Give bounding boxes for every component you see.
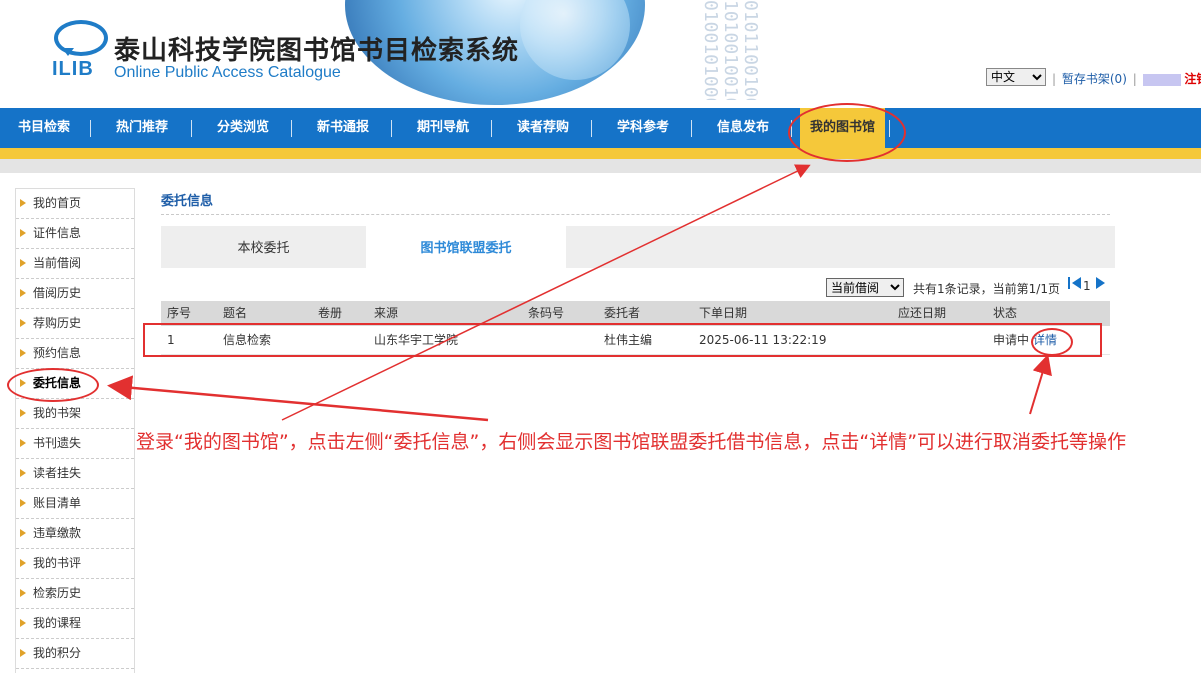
loan-filter-select[interactable]: 当前借阅 [826, 278, 904, 297]
nav-separator [90, 120, 91, 137]
sidebar-item-recommend-history[interactable]: 荐购历史 [16, 309, 134, 339]
sidebar-item-account[interactable]: 账目清单 [16, 489, 134, 519]
pager-info: 共有1条记录，当前第1/1页 [913, 282, 1060, 296]
triangle-bullet-icon [20, 529, 26, 537]
sidebar-item-label: 违章缴款 [33, 526, 82, 540]
masked-username [1142, 73, 1181, 86]
triangle-bullet-icon [20, 349, 26, 357]
pager-page-number[interactable]: 1 [1083, 279, 1091, 293]
sidebar-item-home[interactable]: 我的首页 [16, 189, 134, 219]
sidebar-item-points[interactable]: 我的积分 [16, 639, 134, 669]
triangle-bullet-icon [20, 559, 26, 567]
sidebar-item-label: 账目清单 [33, 496, 82, 510]
triangle-bullet-icon [20, 619, 26, 627]
annotation-ellipse-nav [788, 103, 906, 162]
sidebar-item-label: 我的首页 [33, 196, 82, 210]
triangle-bullet-icon [20, 439, 26, 447]
grey-divider [0, 159, 1201, 173]
sidebar-item-label: 我的积分 [33, 646, 82, 660]
triangle-bullet-icon [20, 649, 26, 657]
nav-item-new-books[interactable]: 新书通报 [293, 108, 393, 148]
triangle-bullet-icon [20, 469, 26, 477]
header: 0101100100101 1010010010101 010010100000… [0, 0, 1201, 108]
section-title: 委托信息 [161, 194, 214, 209]
separator: | [1052, 72, 1057, 86]
sidebar-item-label: 我的课程 [33, 616, 82, 630]
main-nav: 书目检索 热门推荐 分类浏览 新书通报 期刊导航 读者荐购 学科参考 信息发布 … [0, 108, 1201, 148]
sidebar-item-label: 当前借阅 [33, 256, 82, 270]
annotation-text: 登录“我的图书馆”，点击左侧“委托信息”，右侧会显示图书馆联盟委托借书信息，点击… [136, 431, 1127, 453]
sidebar-item-courses[interactable]: 我的课程 [16, 609, 134, 639]
sidebar-item-reservations[interactable]: 预约信息 [16, 339, 134, 369]
arrow-to-sidebar [107, 375, 489, 422]
sidebar-item-label: 证件信息 [33, 226, 82, 240]
tab-alliance-delegation[interactable]: 图书馆联盟委托 [366, 226, 566, 268]
arrow-to-nav [281, 164, 811, 421]
sidebar-item-label: 读者挂失 [33, 466, 82, 480]
sidebar-item-current-loans[interactable]: 当前借阅 [16, 249, 134, 279]
speech-bubble-tail [62, 48, 74, 56]
sidebar-item-report-loss[interactable]: 读者挂失 [16, 459, 134, 489]
triangle-bullet-icon [20, 229, 26, 237]
nav-underline [0, 148, 1201, 159]
nav-item-recommend[interactable]: 读者荐购 [493, 108, 593, 148]
sidebar-item-loan-history[interactable]: 借阅历史 [16, 279, 134, 309]
tab-local-delegation[interactable]: 本校委托 [161, 226, 366, 268]
sidebar-item-label: 预约信息 [33, 346, 82, 360]
nav-item-hot[interactable]: 热门推荐 [92, 108, 192, 148]
sidebar-item-label: 借阅历史 [33, 286, 82, 300]
triangle-bullet-icon [20, 319, 26, 327]
section-divider [161, 214, 1110, 215]
next-page-icon[interactable] [1096, 277, 1105, 289]
sidebar-item-search-history[interactable]: 检索历史 [16, 579, 134, 609]
logout-link[interactable]: 注销 [1184, 72, 1201, 86]
sidebar-item-label: 书刊遗失 [33, 436, 82, 450]
sidebar-item-fines[interactable]: 违章缴款 [16, 519, 134, 549]
nav-separator [291, 120, 292, 137]
sidebar-item-label: 我的书评 [33, 556, 82, 570]
nav-separator [191, 120, 192, 137]
sidebar-item-label: 我的书架 [33, 406, 82, 420]
nav-separator [591, 120, 592, 137]
arrow-to-detail [1029, 354, 1052, 415]
nav-item-journals[interactable]: 期刊导航 [393, 108, 493, 148]
nav-separator [691, 120, 692, 137]
triangle-bullet-icon [20, 259, 26, 267]
ilib-logo: ILIB [52, 20, 108, 80]
nav-item-news[interactable]: 信息发布 [693, 108, 793, 148]
sidebar: 我的首页 证件信息 当前借阅 借阅历史 荐购历史 预约信息 委托信息 我的书架 … [15, 188, 135, 673]
sidebar-item-reviews[interactable]: 我的书评 [16, 549, 134, 579]
annotation-ellipse-sidebar [7, 368, 99, 402]
site-title: 泰山科技学院图书馆书目检索系统 [114, 36, 520, 66]
triangle-bullet-icon [20, 409, 26, 417]
tab-bar: 本校委托 图书馆联盟委托 [161, 226, 1115, 268]
annotation-ellipse-detail [1031, 328, 1073, 356]
annotation-box-row [143, 323, 1102, 357]
site-subtitle: Online Public Access Catalogue [114, 64, 341, 81]
sidebar-item-label: 荐购历史 [33, 316, 82, 330]
nav-item-subject[interactable]: 学科参考 [593, 108, 693, 148]
sidebar-item-bookshelf[interactable]: 我的书架 [16, 399, 134, 429]
sidebar-item-lost-books[interactable]: 书刊遗失 [16, 429, 134, 459]
binary-decoration: 0101100100101 1010010010101 010010100000… [700, 0, 760, 100]
language-select[interactable]: 中文 [986, 68, 1046, 86]
triangle-bullet-icon [20, 589, 26, 597]
sidebar-item-card[interactable]: 证件信息 [16, 219, 134, 249]
nav-item-search[interactable]: 书目检索 [0, 108, 88, 148]
first-page-bar[interactable] [1068, 277, 1070, 289]
nav-separator [391, 120, 392, 137]
nav-separator [491, 120, 492, 137]
cart-link[interactable]: 暂存书架(0) [1062, 72, 1127, 86]
triangle-bullet-icon [20, 499, 26, 507]
top-links: | 暂存书架(0) | 注销 [1050, 70, 1201, 87]
sidebar-item-label: 检索历史 [33, 586, 82, 600]
nav-item-browse[interactable]: 分类浏览 [193, 108, 293, 148]
triangle-bullet-icon [20, 289, 26, 297]
prev-page-icon[interactable] [1072, 277, 1081, 289]
separator: | [1132, 72, 1137, 86]
logo-text: ILIB [52, 58, 94, 80]
triangle-bullet-icon [20, 199, 26, 207]
